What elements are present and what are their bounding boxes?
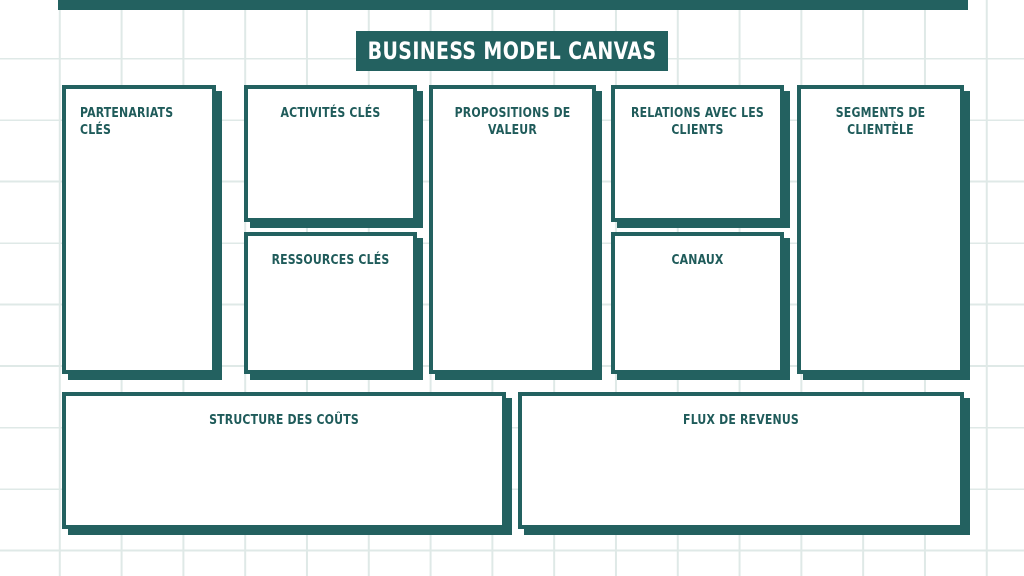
block-key-partners[interactable]: PARTENARIATS CLÉS (62, 85, 216, 374)
block-customer-segments-body[interactable] (801, 89, 960, 370)
block-key-activities[interactable]: ACTIVITÉS CLÉS (244, 85, 417, 222)
block-customer-relationships-body[interactable] (615, 89, 780, 218)
block-key-resources[interactable]: RESSOURCES CLÉS (244, 232, 417, 374)
page-title-plate: BUSINESS MODEL CANVAS (356, 31, 668, 71)
block-key-activities-body[interactable] (248, 89, 413, 218)
block-channels-body[interactable] (615, 236, 780, 370)
block-customer-segments[interactable]: SEGMENTS DE CLIENTÈLE (797, 85, 964, 374)
block-cost-structure-body[interactable] (66, 396, 502, 525)
block-cost-structure[interactable]: STRUCTURE DES COÛTS (62, 392, 506, 529)
top-accent-bar (58, 0, 968, 10)
page-title: BUSINESS MODEL CANVAS (367, 37, 657, 65)
business-model-canvas: BUSINESS MODEL CANVAS PARTENARIATS CLÉS … (0, 0, 1024, 576)
block-channels[interactable]: CANAUX (611, 232, 784, 374)
block-revenue-streams-body[interactable] (522, 396, 960, 525)
block-revenue-streams[interactable]: FLUX DE REVENUS (518, 392, 964, 529)
block-customer-relationships[interactable]: RELATIONS AVEC LES CLIENTS (611, 85, 784, 222)
block-key-partners-body[interactable] (66, 89, 212, 370)
block-value-propositions[interactable]: PROPOSITIONS DE VALEUR (429, 85, 596, 374)
block-key-resources-body[interactable] (248, 236, 413, 370)
block-value-propositions-body[interactable] (433, 89, 592, 370)
